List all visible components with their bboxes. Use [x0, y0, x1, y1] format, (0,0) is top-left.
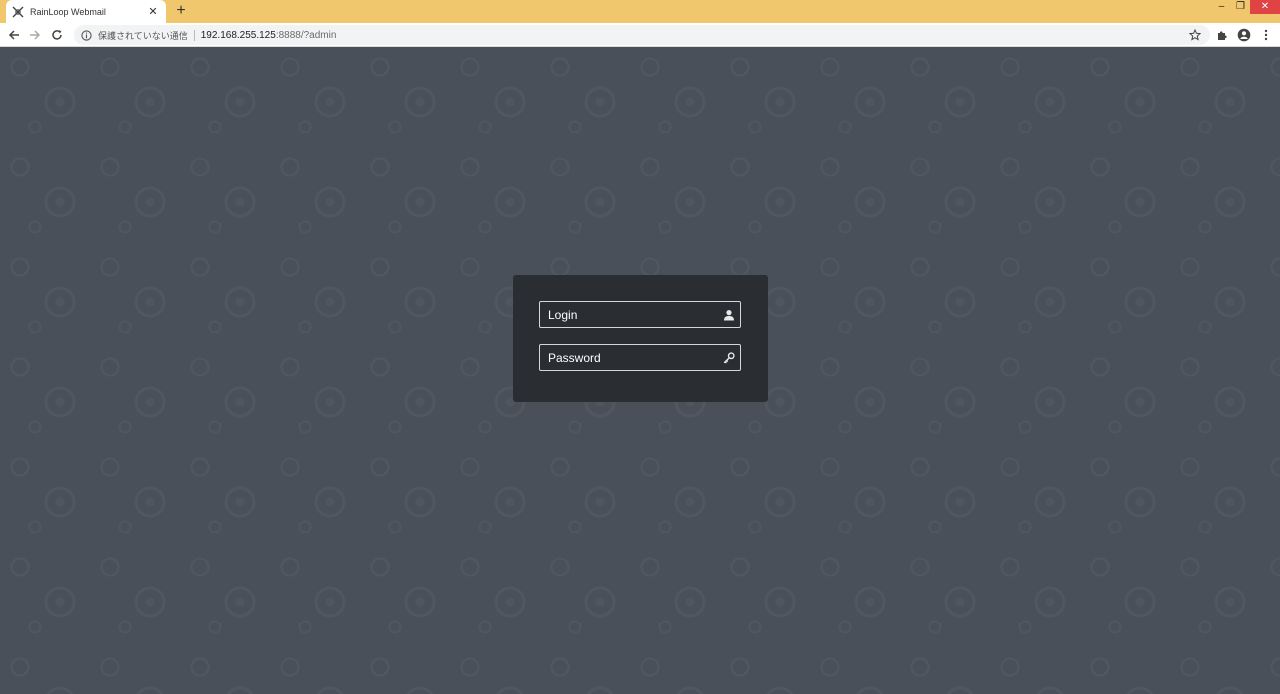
- puzzle-icon[interactable]: [1213, 26, 1231, 44]
- password-input[interactable]: [540, 345, 718, 370]
- password-field[interactable]: [539, 344, 741, 371]
- address-bar[interactable]: 保護されていない通信 192.168.255.125 :8888/?admin: [74, 25, 1210, 45]
- window-controls: – ❐ ✕: [1212, 0, 1280, 14]
- url-host: 192.168.255.125: [200, 29, 276, 41]
- minimize-button[interactable]: –: [1212, 0, 1231, 14]
- omnibox-divider: [193, 29, 195, 41]
- new-tab-button[interactable]: +: [172, 2, 190, 20]
- rainloop-logo-icon: [12, 6, 24, 18]
- kebab-menu-icon[interactable]: [1257, 26, 1275, 44]
- login-panel: [513, 275, 768, 402]
- star-icon[interactable]: [1188, 28, 1202, 42]
- close-window-button[interactable]: ✕: [1250, 0, 1280, 14]
- browser-toolbar: 保護されていない通信 192.168.255.125 :8888/?admin: [0, 23, 1280, 47]
- page-background: [0, 47, 1280, 694]
- tab-title: RainLoop Webmail: [30, 6, 106, 17]
- restore-button[interactable]: ❐: [1231, 0, 1250, 14]
- forward-arrow-icon[interactable]: [26, 26, 44, 44]
- url-path: :8888/?admin: [275, 29, 337, 41]
- security-status-text: 保護されていない通信: [98, 30, 188, 41]
- login-input[interactable]: [540, 302, 718, 327]
- info-icon[interactable]: [80, 29, 92, 41]
- reload-icon[interactable]: [48, 26, 66, 44]
- browser-titlebar: RainLoop Webmail ✕ + – ❐ ✕: [0, 0, 1280, 23]
- tab-close-icon[interactable]: ✕: [146, 5, 160, 18]
- profile-icon[interactable]: [1235, 26, 1253, 44]
- login-field[interactable]: [539, 301, 741, 328]
- user-icon: [718, 302, 740, 327]
- browser-tab[interactable]: RainLoop Webmail ✕: [6, 0, 166, 23]
- key-icon: [718, 345, 740, 370]
- back-arrow-icon[interactable]: [5, 26, 23, 44]
